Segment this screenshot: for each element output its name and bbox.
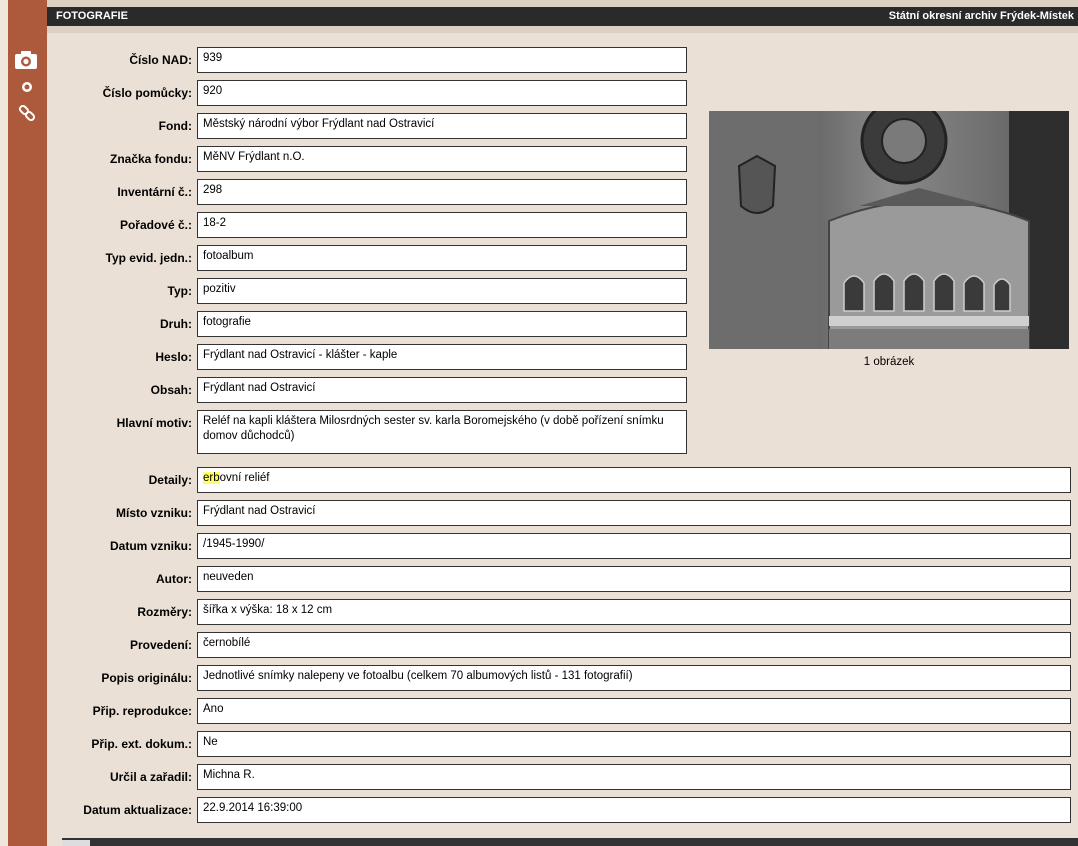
field-urcil-a-zaradil[interactable]: Michna R. (197, 764, 1071, 790)
label-fond: Fond: (158, 119, 192, 133)
bottom-bar-tab[interactable] (62, 840, 90, 846)
title-bar: FOTOGRAFIE Státní okresní archiv Frýdek-… (47, 7, 1078, 26)
label-poradove-c: Pořadové č.: (119, 218, 192, 232)
label-obsah: Obsah: (150, 383, 192, 397)
label-provedeni: Provedení: (129, 638, 192, 652)
photo-caption: 1 obrázek (863, 356, 915, 368)
page-title: FOTOGRAFIE (56, 10, 128, 22)
field-datum-vzniku[interactable]: /1945-1990/ (197, 533, 1071, 559)
archive-name: Státní okresní archiv Frýdek-Místek (888, 10, 1074, 22)
field-druh[interactable]: fotografie (197, 311, 687, 337)
label-autor: Autor: (156, 572, 192, 586)
camera-icon[interactable] (14, 50, 38, 70)
field-heslo[interactable]: Frýdlant nad Ostravicí - klášter - kaple (197, 344, 687, 370)
page-margin (0, 0, 8, 846)
link-icon[interactable] (18, 104, 36, 122)
label-datum-aktualizace: Datum aktualizace: (83, 803, 192, 817)
dot-icon[interactable] (21, 81, 33, 93)
field-inventarni-c[interactable]: 298 (197, 179, 687, 205)
label-heslo: Heslo: (155, 350, 192, 364)
field-typ[interactable]: pozitiv (197, 278, 687, 304)
chapel-relief-image (709, 111, 1069, 349)
field-poradove-c[interactable]: 18-2 (197, 212, 687, 238)
field-popis-originalu[interactable]: Jednotlivé snímky nalepeny ve fotoalbu (… (197, 665, 1071, 691)
field-znacka-fondu[interactable]: MěNV Frýdlant n.O. (197, 146, 687, 172)
label-hlavni-motiv: Hlavní motiv: (116, 416, 192, 430)
search-highlight: erb (203, 472, 220, 484)
label-druh: Druh: (160, 317, 192, 331)
field-detaily[interactable]: erbovní reliéf (197, 467, 1071, 493)
label-typ-evid-jedn: Typ evid. jedn.: (105, 251, 192, 265)
field-cislo-pomucky[interactable]: 920 (197, 80, 687, 106)
label-prip-ext-dokum: Přip. ext. dokum.: (91, 737, 192, 751)
field-hlavni-motiv[interactable]: Reléf na kapli kláštera Milosrdných sest… (197, 410, 687, 454)
field-obsah[interactable]: Frýdlant nad Ostravicí (197, 377, 687, 403)
field-prip-ext-dokum[interactable]: Ne (197, 731, 1071, 757)
label-rozmery: Rozměry: (137, 605, 192, 619)
label-misto-vzniku: Místo vzniku: (115, 506, 192, 520)
field-rozmery[interactable]: šířka x výška: 18 x 12 cm (197, 599, 1071, 625)
field-datum-aktualizace[interactable]: 22.9.2014 16:39:00 (197, 797, 1071, 823)
label-cislo-pomucky: Číslo pomůcky: (102, 86, 192, 100)
sidebar (8, 0, 47, 846)
field-cislo-nad[interactable]: 939 (197, 47, 687, 73)
field-fond[interactable]: Městský národní výbor Frýdlant nad Ostra… (197, 113, 687, 139)
label-prip-reprodukce: Přip. reprodukce: (92, 704, 192, 718)
field-detaily-text: ovní reliéf (219, 472, 270, 484)
label-inventarni-c: Inventární č.: (117, 185, 192, 199)
bottom-bar (62, 838, 1078, 846)
label-typ: Typ: (167, 284, 192, 298)
label-datum-vzniku: Datum vzniku: (109, 539, 192, 553)
field-typ-evid-jedn[interactable]: fotoalbum (197, 245, 687, 271)
label-popis-originalu: Popis originálu: (101, 671, 192, 685)
field-provedeni[interactable]: černobílé (197, 632, 1071, 658)
photo-thumbnail[interactable] (709, 111, 1069, 349)
label-detaily: Detaily: (148, 473, 192, 487)
label-cislo-nad: Číslo NAD: (129, 53, 192, 67)
field-prip-reprodukce[interactable]: Ano (197, 698, 1071, 724)
field-autor[interactable]: neuveden (197, 566, 1071, 592)
label-znacka-fondu: Značka fondu: (109, 152, 192, 166)
field-misto-vzniku[interactable]: Frýdlant nad Ostravicí (197, 500, 1071, 526)
label-urcil-a-zaradil: Určil a zařadil: (109, 770, 192, 784)
